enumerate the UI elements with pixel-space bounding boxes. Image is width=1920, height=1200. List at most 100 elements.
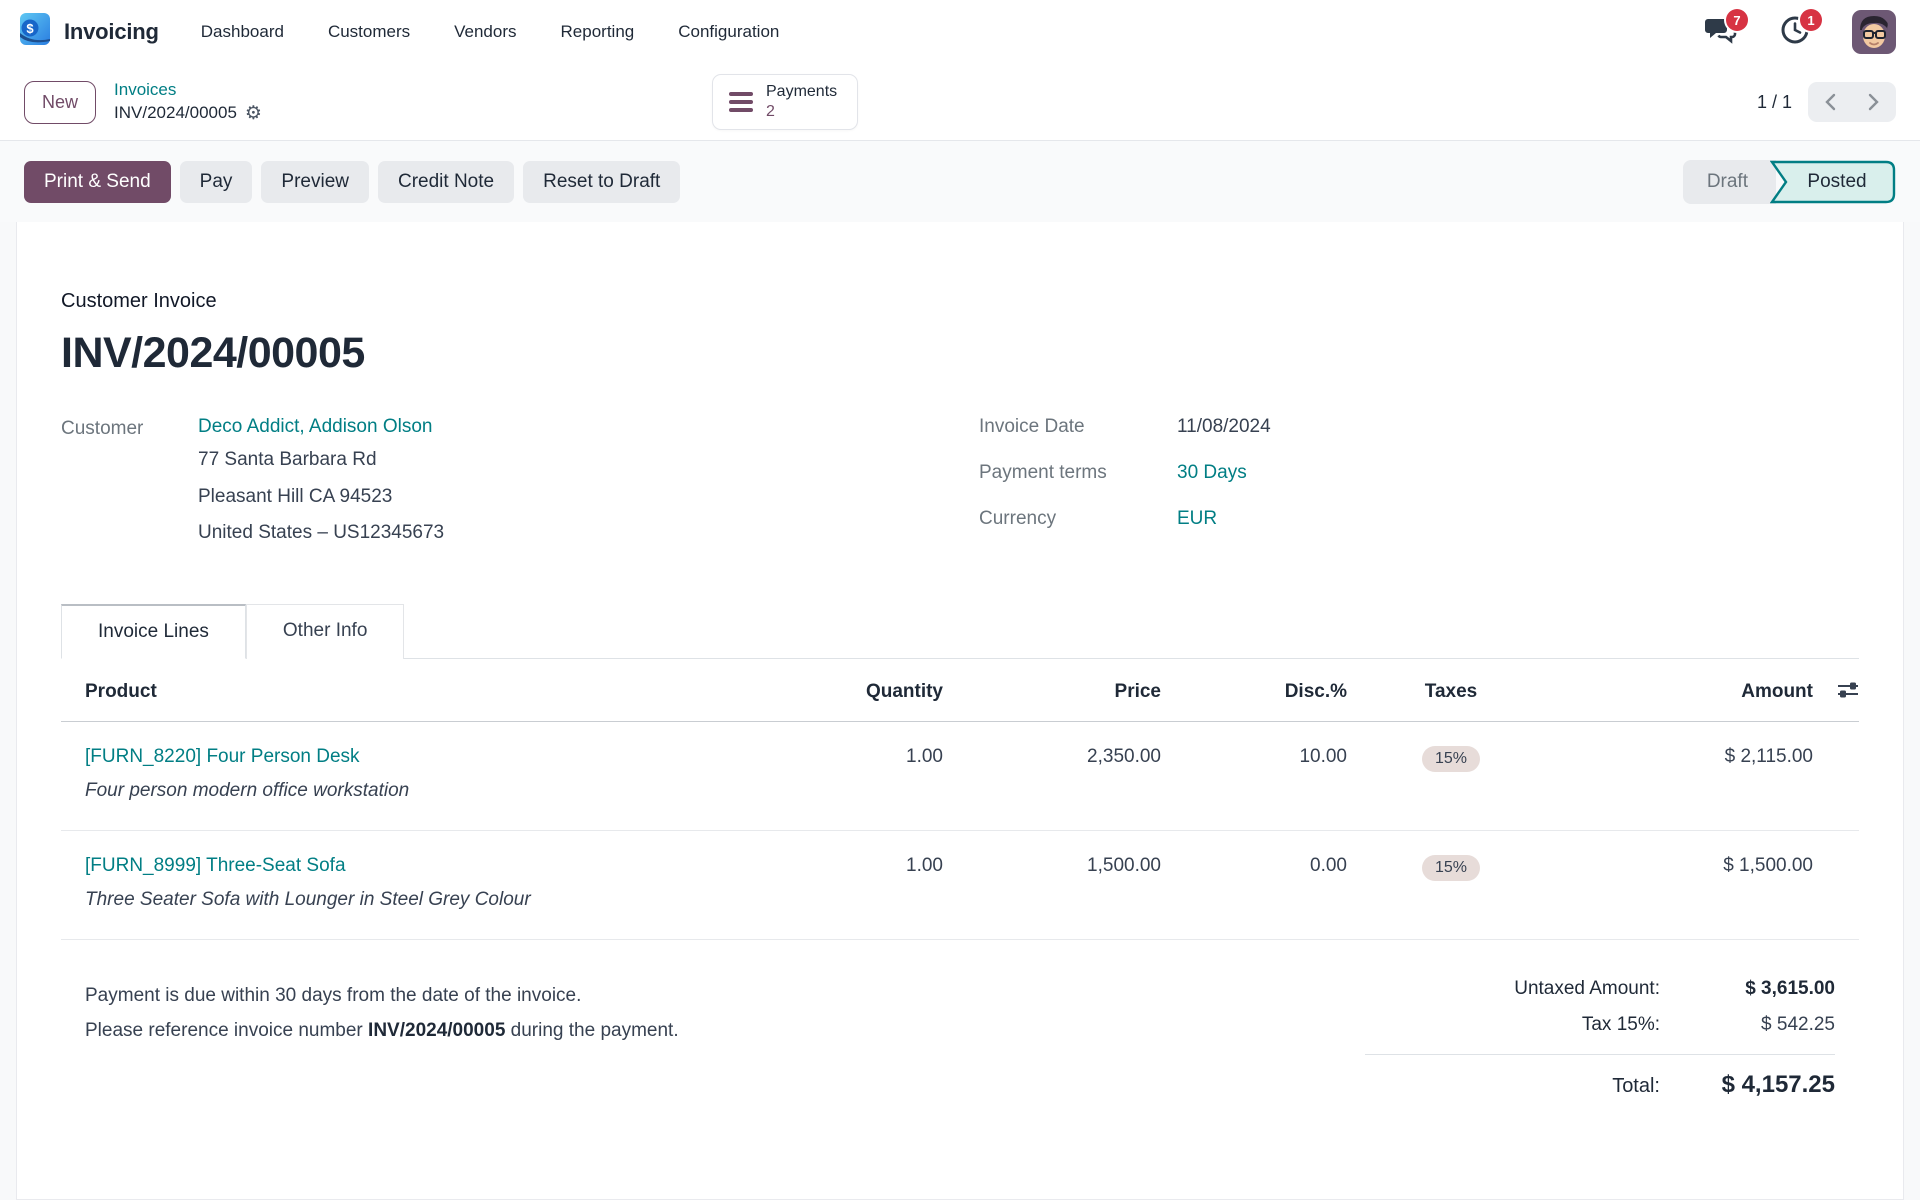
svg-text:$: $ — [26, 21, 34, 36]
menu-reporting[interactable]: Reporting — [561, 22, 635, 42]
line-quantity[interactable]: 1.00 — [803, 722, 943, 792]
line-discount[interactable]: 0.00 — [1161, 831, 1347, 901]
pager-counter: 1 / 1 — [1756, 91, 1792, 112]
pay-button[interactable]: Pay — [179, 160, 253, 203]
activities-count-badge: 1 — [1800, 9, 1822, 31]
control-panel: New Invoices INV/2024/00005 ⚙ Payments 2… — [0, 64, 1920, 140]
new-button[interactable]: New — [24, 80, 97, 124]
tax-badge[interactable]: 15% — [1421, 854, 1481, 881]
menu-configuration[interactable]: Configuration — [678, 22, 779, 42]
line-discount[interactable]: 10.00 — [1161, 722, 1347, 792]
status-widget: Draft Posted — [1682, 159, 1896, 204]
customer-address-line3: United States – US12345673 — [198, 522, 445, 543]
col-header-taxes[interactable]: Taxes — [1347, 659, 1555, 721]
product-description: Four person modern office workstation — [85, 779, 410, 801]
terms-line2: Please reference invoice number INV/2024… — [85, 1019, 679, 1041]
reset-to-draft-button[interactable]: Reset to Draft — [523, 160, 681, 203]
product-link[interactable]: [FURN_8220] Four Person Desk — [85, 746, 803, 768]
invoice-line-row[interactable]: [FURN_8999] Three-Seat Sofa Three Seater… — [61, 831, 1859, 940]
payment-terms-note: Payment is due within 30 days from the d… — [85, 978, 679, 1113]
main-menu: Dashboard Customers Vendors Reporting Co… — [201, 22, 780, 42]
app-name[interactable]: Invoicing — [64, 19, 159, 45]
optional-columns-button[interactable] — [1813, 659, 1859, 717]
payments-label: Payments — [766, 83, 838, 100]
actions-gear-icon[interactable]: ⚙ — [245, 104, 262, 123]
navbar-systray: 7 1 — [1704, 9, 1896, 54]
customer-name-link[interactable]: Deco Addict, Addison Olson — [198, 416, 444, 438]
pager-next-button[interactable] — [1852, 82, 1896, 122]
line-price[interactable]: 2,350.00 — [943, 722, 1161, 792]
status-draft[interactable]: Draft — [1682, 159, 1776, 204]
sliders-icon — [1838, 682, 1858, 697]
form-statusbar: Print & Send Pay Preview Credit Note Res… — [0, 140, 1920, 222]
payment-terms-value[interactable]: 30 Days — [1177, 462, 1247, 484]
col-header-discount[interactable]: Disc.% — [1161, 659, 1347, 721]
invoice-footer: Payment is due within 30 days from the d… — [61, 978, 1859, 1113]
breadcrumb-current-record: INV/2024/00005 — [114, 103, 237, 122]
payments-stat-button[interactable]: Payments 2 — [712, 74, 859, 130]
pager-previous-button[interactable] — [1808, 82, 1852, 122]
pager: 1 / 1 — [1757, 82, 1896, 122]
notebook-tabs: Invoice Lines Other Info — [61, 603, 1859, 659]
col-header-quantity[interactable]: Quantity — [803, 659, 943, 721]
status-posted: Posted — [1770, 160, 1896, 204]
user-avatar[interactable] — [1852, 10, 1896, 54]
invoice-header-fields: Customer Deco Addict, Addison Olson 77 S… — [61, 416, 1859, 548]
terms-invoice-number: INV/2024/00005 — [368, 1019, 506, 1041]
table-header-row: Product Quantity Price Disc.% Taxes Amou… — [61, 659, 1859, 722]
messages-count-badge: 7 — [1726, 9, 1748, 31]
product-description: Three Seater Sofa with Lounger in Steel … — [85, 888, 531, 910]
invoice-date-value[interactable]: 11/08/2024 — [1177, 416, 1271, 438]
invoicing-app-icon: $ — [16, 11, 54, 54]
product-link[interactable]: [FURN_8999] Three-Seat Sofa — [85, 855, 803, 877]
terms-line1: Payment is due within 30 days from the d… — [85, 984, 582, 1006]
line-price[interactable]: 1,500.00 — [943, 831, 1161, 901]
col-header-price[interactable]: Price — [943, 659, 1161, 721]
tab-other-info[interactable]: Other Info — [245, 603, 405, 659]
tax-badge[interactable]: 15% — [1421, 745, 1481, 772]
invoice-form-sheet: Customer Invoice INV/2024/00005 Customer… — [16, 222, 1904, 1200]
tab-invoice-lines[interactable]: Invoice Lines — [61, 603, 246, 659]
payments-bars-icon — [729, 92, 753, 112]
line-amount: $ 2,115.00 — [1724, 745, 1813, 767]
chevron-left-icon — [1825, 93, 1836, 111]
line-quantity[interactable]: 1.00 — [803, 831, 943, 901]
credit-note-button[interactable]: Credit Note — [378, 160, 515, 203]
menu-customers[interactable]: Customers — [328, 22, 410, 42]
print-send-button[interactable]: Print & Send — [24, 160, 171, 203]
top-navbar: $ Invoicing Dashboard Customers Vendors … — [0, 0, 1920, 64]
totals-separator — [1365, 1053, 1835, 1055]
total-label: Total: — [1612, 1074, 1660, 1097]
untaxed-amount-value: $ 3,615.00 — [1745, 977, 1835, 999]
col-header-amount[interactable]: Amount — [1555, 659, 1813, 721]
currency-label: Currency — [979, 508, 1057, 529]
menu-vendors[interactable]: Vendors — [454, 22, 516, 42]
app-switcher[interactable]: $ Invoicing — [16, 11, 159, 54]
currency-value[interactable]: EUR — [1177, 508, 1217, 530]
status-posted-label: Posted — [1807, 170, 1867, 192]
breadcrumb: Invoices INV/2024/00005 ⚙ — [114, 79, 262, 125]
col-header-product[interactable]: Product — [61, 659, 803, 721]
breadcrumb-invoices-link[interactable]: Invoices — [114, 79, 262, 102]
invoice-lines-table: Product Quantity Price Disc.% Taxes Amou… — [61, 659, 1859, 940]
line-amount: $ 1,500.00 — [1723, 854, 1813, 876]
payments-count: 2 — [766, 103, 775, 120]
chevron-right-icon — [1868, 93, 1879, 111]
preview-button[interactable]: Preview — [261, 160, 369, 203]
customer-address-line2: Pleasant Hill CA 94523 — [198, 485, 393, 507]
document-type-label: Customer Invoice — [61, 290, 217, 312]
total-value: $ 4,157.25 — [1721, 1070, 1835, 1098]
invoice-date-label: Invoice Date — [979, 416, 1085, 437]
invoice-number-title: INV/2024/00005 — [61, 329, 365, 377]
messages-button[interactable]: 7 — [1704, 9, 1748, 49]
totals-block: Untaxed Amount: $ 3,615.00 Tax 15%: $ 54… — [1365, 978, 1835, 1113]
customer-address-line1: 77 Santa Barbara Rd — [198, 449, 377, 470]
menu-dashboard[interactable]: Dashboard — [201, 22, 284, 42]
payment-terms-label: Payment terms — [979, 462, 1107, 483]
invoice-line-row[interactable]: [FURN_8220] Four Person Desk Four person… — [61, 722, 1859, 831]
tax-label: Tax 15%: — [1581, 1013, 1660, 1035]
tax-value: $ 542.25 — [1761, 1013, 1835, 1035]
activities-button[interactable]: 1 — [1778, 9, 1822, 49]
untaxed-amount-label: Untaxed Amount: — [1514, 977, 1660, 999]
customer-field-label: Customer — [61, 418, 144, 439]
